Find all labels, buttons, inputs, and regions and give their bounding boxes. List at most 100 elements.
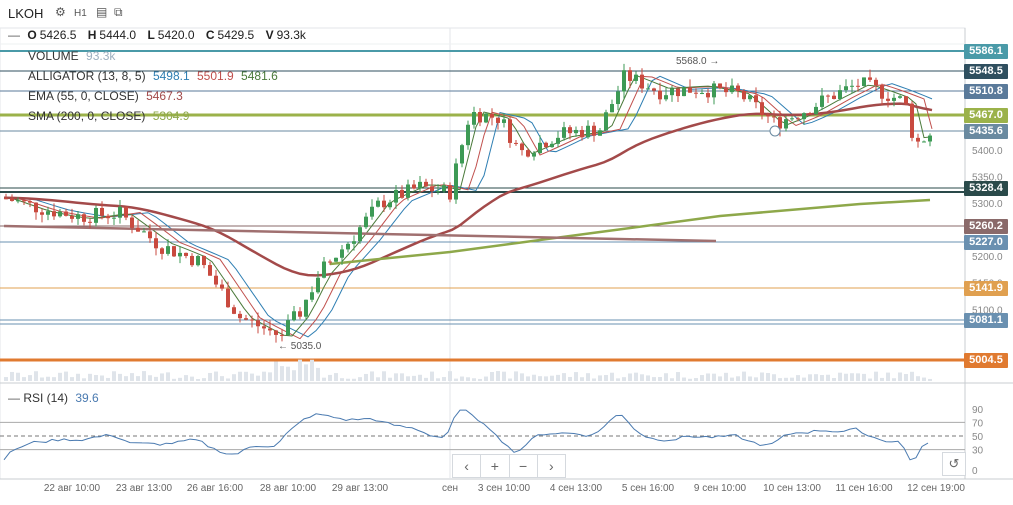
volume-bar <box>130 373 134 381</box>
volume-bar <box>106 377 110 381</box>
volume-bar <box>436 378 440 381</box>
price-level-label[interactable]: 5227.0 <box>964 235 1008 250</box>
volume-bar <box>202 378 206 381</box>
time-tick-label: 5 сен 16:00 <box>622 483 675 494</box>
collapse-icon[interactable]: — <box>8 391 20 405</box>
candle-body <box>100 207 104 216</box>
volume-bar <box>706 373 710 381</box>
volume-bar <box>430 371 434 381</box>
candle-body <box>826 95 830 97</box>
reset-chart-icon[interactable]: ↺ <box>942 452 966 476</box>
volume-bar <box>460 376 464 381</box>
volume-bar <box>274 361 278 381</box>
price-level-label[interactable]: 5548.5 <box>964 64 1008 79</box>
legend-alligator[interactable]: ALLIGATOR (13, 8, 5) 5498.1 5501.9 5481.… <box>28 69 282 83</box>
candle-body <box>130 217 134 228</box>
volume-bar <box>568 376 572 381</box>
volume-bar <box>178 377 182 381</box>
candle-body <box>814 106 818 115</box>
sma-line <box>329 198 931 266</box>
candle-body <box>16 200 20 202</box>
zoom-out-button[interactable]: − <box>510 455 538 477</box>
indicator-name: VOLUME <box>28 49 79 63</box>
candle-body <box>754 95 758 103</box>
volume-bar <box>616 378 620 381</box>
indicator-name: EMA (55, 0, CLOSE) <box>28 89 139 103</box>
indicator-name: ALLIGATOR (13, 8, 5) <box>28 69 146 83</box>
indicator-value: 93.3k <box>86 49 116 63</box>
settings-icon[interactable]: ⧉ <box>114 5 123 20</box>
scroll-left-button[interactable]: ‹ <box>453 455 482 477</box>
candle-body <box>148 231 152 239</box>
volume-bar <box>172 378 176 381</box>
volume-bar <box>844 373 848 381</box>
low-value: 5420.0 <box>157 28 195 42</box>
price-level-label[interactable]: 5467.0 <box>964 108 1008 123</box>
price-level-label[interactable]: 5081.1 <box>964 313 1008 328</box>
scroll-right-button[interactable]: › <box>538 455 565 477</box>
rsi-tick-label: 90 <box>972 405 984 416</box>
volume-bar <box>358 377 362 381</box>
volume-bar <box>880 377 884 381</box>
indicator-value: 5481.6 <box>241 69 278 83</box>
candle-body <box>736 85 740 92</box>
volume-bar <box>244 371 248 381</box>
ticker-symbol[interactable]: LKOH <box>8 6 43 21</box>
volume-bar <box>400 373 404 381</box>
volume-bar <box>532 374 536 381</box>
volume-bar <box>94 375 98 381</box>
legend-sma[interactable]: SMA (200, 0, CLOSE) 5304.9 <box>28 109 193 123</box>
volume-bar <box>76 373 80 381</box>
low-annotation: ← 5035.0 <box>278 341 322 352</box>
zoom-in-button[interactable]: + <box>481 455 510 477</box>
volume-bar <box>688 378 692 381</box>
compare-icon[interactable]: ▤ <box>96 5 107 19</box>
candle-body <box>142 231 146 233</box>
candle-body <box>886 98 890 101</box>
rsi-tick-label: 30 <box>972 446 984 457</box>
volume-bar <box>238 371 242 381</box>
candle-body <box>778 117 782 129</box>
candle-body <box>82 214 86 222</box>
price-level-label[interactable]: 5260.2 <box>964 219 1008 234</box>
high-value: 5444.0 <box>99 28 137 42</box>
gear-icon[interactable]: ⚙ <box>55 5 66 19</box>
price-level-label[interactable]: 5004.5 <box>964 353 1008 368</box>
volume-bar <box>658 377 662 381</box>
price-level-label[interactable]: 5510.8 <box>964 84 1008 99</box>
interval-label[interactable]: H1 <box>74 8 87 19</box>
legend-volume[interactable]: VOLUME 93.3k <box>28 49 119 63</box>
volume-bar <box>112 371 116 381</box>
price-level-label[interactable]: 5328.4 <box>964 181 1008 196</box>
rsi-legend[interactable]: — RSI (14) 39.6 <box>8 391 99 405</box>
candle-body <box>322 261 326 278</box>
close-key: C <box>205 28 215 42</box>
volume-bar <box>784 377 788 381</box>
volume-bar <box>328 374 332 381</box>
candle-body <box>730 85 734 93</box>
collapse-icon[interactable]: — <box>8 28 20 42</box>
candle-body <box>616 91 620 105</box>
volume-bar <box>442 377 446 381</box>
candle-body <box>682 87 686 97</box>
volume-bar <box>196 378 200 381</box>
volume-bar <box>394 373 398 381</box>
candle-body <box>184 252 188 256</box>
volume-bar <box>448 371 452 381</box>
candle-body <box>706 92 710 98</box>
candle-body <box>352 241 356 244</box>
volume-bar <box>850 373 854 381</box>
volume-bar <box>742 371 746 381</box>
price-level-label[interactable]: 5141.9 <box>964 281 1008 296</box>
volume-bar <box>574 372 578 381</box>
volume-bar <box>826 374 830 381</box>
volume-bar <box>226 378 230 381</box>
legend-ema[interactable]: EMA (55, 0, CLOSE) 5467.3 <box>28 89 187 103</box>
candle-body <box>304 299 308 317</box>
price-level-label[interactable]: 5435.6 <box>964 124 1008 139</box>
volume-bar <box>340 378 344 381</box>
price-level-label[interactable]: 5586.1 <box>964 44 1008 59</box>
candle-body <box>382 200 386 208</box>
candle-body <box>22 200 26 202</box>
candle-body <box>190 255 194 266</box>
